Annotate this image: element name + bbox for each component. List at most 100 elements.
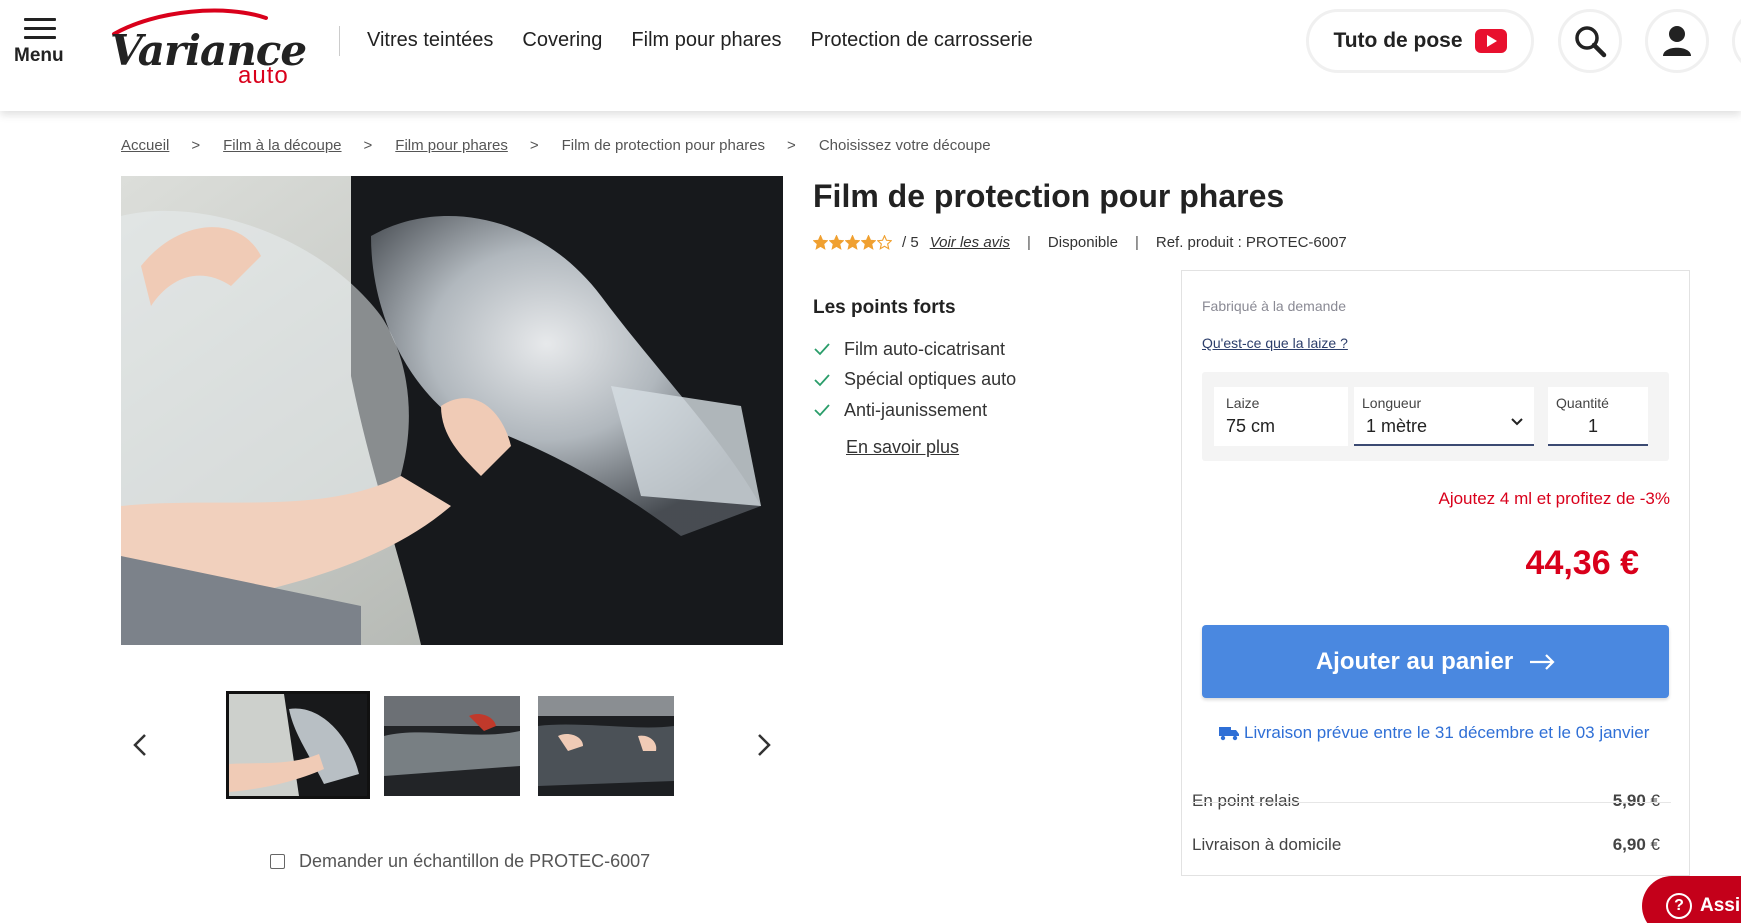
purchase-box: Fabriqué à la demande Qu'est-ce que la l… [1181,270,1690,876]
menu-label: Menu [14,45,64,66]
cart-header-button[interactable] [1732,9,1741,73]
shipping-option-home: Livraison à domicile 6,90 € [1192,823,1671,867]
quantity-input[interactable]: Quantité 1 [1548,387,1648,446]
chevron-down-icon [1511,418,1523,426]
gallery-thumbnail[interactable] [384,696,520,796]
shipping-label: Livraison à domicile [1192,835,1342,854]
laize-field: Laize 75 cm [1214,387,1348,446]
meta-divider: | [1134,234,1139,251]
add-to-cart-button[interactable]: Ajouter au panier [1202,625,1669,698]
length-select[interactable]: Longueur 1 mètre [1354,387,1534,446]
shipping-currency: € [1650,835,1660,854]
shipping-divider [1192,802,1671,803]
list-item: Film auto-cicatrisant [813,334,1016,365]
breadcrumb: Accueil > Film à la découpe > Film pour … [121,137,991,154]
strengths-list: Film auto-cicatrisant Spécial optiques a… [813,334,1016,426]
menu-button[interactable]: Menu [12,14,82,70]
assistance-label: Assi [1700,895,1741,916]
gallery-thumbnail[interactable] [538,696,674,796]
learn-more-link[interactable]: En savoir plus [846,437,959,458]
nav-vitres-teintees[interactable]: Vitres teintées [367,29,493,52]
list-item: Anti-jaunissement [813,395,1016,426]
check-icon [814,404,830,417]
strength-label: Spécial optiques auto [844,369,1017,390]
tuto-de-pose-button[interactable]: Tuto de pose [1306,9,1534,73]
shipping-amount: 5,90 [1612,791,1646,810]
arrow-right-icon [1530,653,1555,670]
tuto-label: Tuto de pose [1333,29,1463,52]
youtube-icon [1474,29,1507,53]
strengths-title: Les points forts [813,297,956,318]
delivery-estimate: Livraison prévue entre le 31 décembre et… [1218,723,1649,743]
nav-protection-carrosserie[interactable]: Protection de carrosserie [810,29,1032,52]
main-nav: Vitres teintées Covering Film pour phare… [367,29,1062,52]
user-icon [1663,26,1691,56]
length-value: 1 mètre [1366,416,1428,436]
gallery-thumbnail[interactable] [226,691,370,799]
length-label: Longueur [1362,395,1422,411]
availability: Disponible [1047,234,1118,251]
delivery-text: Livraison prévue entre le 31 décembre et… [1244,723,1650,742]
laize-info-link[interactable]: Qu'est-ce que la laize ? [1202,335,1348,351]
site-header: Menu Variance auto Vitres teintées Cover… [0,0,1741,111]
laize-label: Laize [1226,395,1260,411]
check-icon [814,343,830,356]
rating-max: / 5 [902,234,919,251]
shipping-option-relay: En point relais 5,90 € [1192,779,1671,823]
gallery-prev-button[interactable] [126,730,156,760]
thumbnail-image [229,694,367,796]
logo[interactable]: Variance auto [106,4,307,90]
list-item: Spécial optiques auto [813,365,1016,396]
shipping-label: En point relais [1192,791,1300,810]
star-filled-icon [845,235,860,250]
breadcrumb-film-phares[interactable]: Film pour phares [395,137,508,154]
help-icon: ? [1666,893,1692,919]
breadcrumb-film-decoupe[interactable]: Film à la découpe [223,137,341,154]
sample-checkbox[interactable] [270,854,285,869]
search-icon [1575,26,1607,58]
hamburger-icon [24,18,56,45]
made-to-order-note: Fabriqué à la demande [1202,298,1346,314]
shipping-price: 6,90 € [1613,835,1660,855]
meta-divider: | [1027,234,1031,251]
breadcrumb-accueil[interactable]: Accueil [121,137,169,154]
chevron-right-icon [758,734,771,756]
quantity-label: Quantité [1556,395,1609,411]
nav-covering[interactable]: Covering [522,29,602,52]
assistance-button[interactable]: ? Assi [1642,876,1741,923]
breadcrumb-film-protection: Film de protection pour phares [561,137,766,154]
breadcrumb-separator: > [787,137,796,154]
reviews-link[interactable]: Voir les avis [930,234,1010,251]
rating-stars [813,235,892,250]
gallery-next-button[interactable] [748,730,778,760]
search-button[interactable] [1558,9,1622,73]
nav-film-pour-phares[interactable]: Film pour phares [631,29,781,52]
product-reference: Ref. produit : PROTEC-6007 [1155,234,1347,251]
strength-label: Film auto-cicatrisant [844,338,1006,359]
strength-label: Anti-jaunissement [844,399,988,420]
thumbnail-image [384,696,520,796]
check-icon [814,374,830,387]
star-empty-icon [877,235,892,250]
star-filled-icon [829,235,844,250]
laize-value: 75 cm [1226,416,1276,436]
breadcrumb-separator: > [529,137,539,154]
product-main-image[interactable] [121,176,783,645]
add-to-cart-label: Ajouter au panier [1315,647,1514,675]
logo-sub: auto [238,62,289,89]
truck-icon [1219,727,1239,741]
product-title: Film de protection pour phares [813,178,1285,214]
shipping-amount: 6,90 [1612,835,1646,854]
thumbnail-image [538,696,674,796]
product-photo [121,176,783,645]
breadcrumb-current: Choisissez votre découpe [818,137,991,154]
promo-text: Ajoutez 4 ml et profitez de -3% [1438,489,1670,508]
chevron-left-icon [133,734,146,756]
star-filled-icon [861,235,876,250]
shipping-currency: € [1650,791,1660,810]
breadcrumb-separator: > [363,137,373,154]
account-button[interactable] [1645,9,1709,73]
header-divider [339,26,340,56]
sample-label: Demander un échantillon de PROTEC-6007 [299,851,651,871]
product-meta: / 5 Voir les avis | Disponible | Ref. pr… [813,234,1347,251]
